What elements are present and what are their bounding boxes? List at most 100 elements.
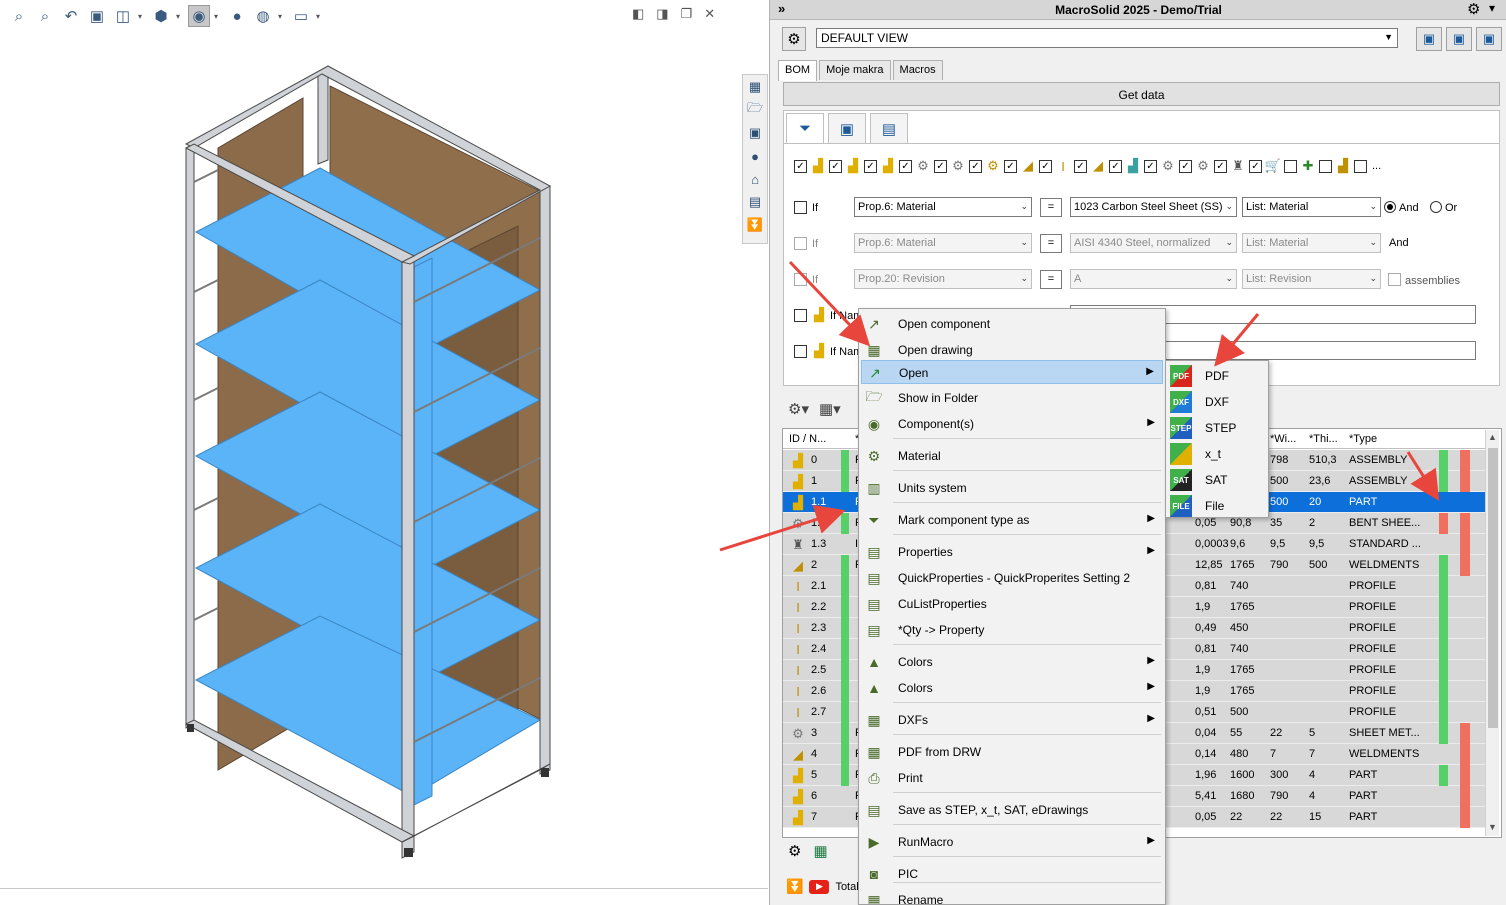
delete-view-button[interactable]: ▣ xyxy=(1476,27,1502,51)
type-checkbox[interactable]: ✓ xyxy=(829,159,842,173)
tab-moje-makra[interactable]: Moje makra xyxy=(819,60,891,80)
save-view-button[interactable]: ▣ xyxy=(1416,27,1442,51)
menu-item-rename[interactable]: ▦ Rename xyxy=(861,888,1163,905)
type-checkbox[interactable]: ✓ xyxy=(864,159,877,173)
menu-item-units-system[interactable]: ▥ Units system xyxy=(861,476,1163,500)
cad-viewport[interactable]: ⌕ ⌕ ↶ ▣ ◫ ▾ ⬢ ▾ ◉ ▾ ● ◍ ▾ ▭ ▾ ◧ ◨ ❐ ✕ xyxy=(0,0,768,905)
type-checkbox[interactable]: ✓ xyxy=(899,159,912,173)
type-checkbox[interactable]: ✓ xyxy=(794,159,807,173)
custom-properties-icon[interactable]: ▤ xyxy=(745,192,765,212)
scroll-up-icon[interactable]: ▲ xyxy=(1488,432,1497,442)
submenu-item-file[interactable]: FILE File xyxy=(1168,493,1266,517)
submenu-item-x-t[interactable]: x_t xyxy=(1168,441,1266,465)
menu-item-qty-property[interactable]: ▤ *Qty -> Property xyxy=(861,618,1163,642)
and-radio[interactable]: And xyxy=(1384,201,1419,214)
value-select[interactable]: 1023 Carbon Steel Sheet (SS) ⌄ xyxy=(1070,197,1237,217)
view-palette-icon[interactable]: ▣ xyxy=(745,123,765,143)
type-checkbox[interactable]: ✓ xyxy=(1214,159,1227,173)
copy-view-button[interactable]: ▣ xyxy=(1446,27,1472,51)
scroll-down-icon[interactable]: ▼ xyxy=(1488,822,1497,832)
property-select[interactable]: Prop.6: Material ⌄ xyxy=(854,197,1032,217)
filter-row-checkbox[interactable] xyxy=(794,345,807,361)
submenu-item-pdf[interactable]: PDF PDF xyxy=(1168,363,1266,387)
view-select[interactable]: DEFAULT VIEW ▼ xyxy=(816,28,1398,48)
menu-item-mark-component-type-as[interactable]: ⏷ Mark component type as ▶ xyxy=(861,508,1163,532)
column-header-type[interactable]: *Type xyxy=(1349,433,1377,445)
type-checkbox[interactable] xyxy=(1354,159,1367,173)
list-select[interactable]: List: Revision ⌄ xyxy=(1242,269,1381,289)
menu-item-pdf-from-drw[interactable]: ▦ PDF from DRW xyxy=(861,740,1163,764)
type-checkbox[interactable]: ✓ xyxy=(1109,159,1122,173)
type-checkbox[interactable]: ✓ xyxy=(1179,159,1192,173)
menu-item-properties[interactable]: ▤ Properties ▶ xyxy=(861,540,1163,564)
property-select[interactable]: Prop.6: Material ⌄ xyxy=(854,233,1032,253)
view-settings-button[interactable]: ⚙ xyxy=(782,27,806,51)
menu-item-show-in-folder[interactable]: 🗁 Show in Folder xyxy=(861,386,1163,410)
operator-button[interactable]: = xyxy=(1040,234,1062,253)
shelf-rack-model[interactable] xyxy=(0,0,768,880)
type-checkbox[interactable]: ✓ xyxy=(934,159,947,173)
grid-settings-icon[interactable]: ⚙▾ xyxy=(788,400,809,418)
menu-item-culistproperties[interactable]: ▤ CuListProperties xyxy=(861,592,1163,616)
submenu-item-dxf[interactable]: DXF DXF xyxy=(1168,389,1266,413)
menu-item-colors[interactable]: ▲ Colors ▶ xyxy=(861,676,1163,700)
column-header-thickness[interactable]: *Thi... xyxy=(1309,433,1338,445)
tab-macros[interactable]: Macros xyxy=(892,60,943,80)
assemblies-checkbox[interactable]: assemblies xyxy=(1388,273,1460,287)
menu-item-dxfs[interactable]: ▦ DXFs ▶ xyxy=(861,708,1163,732)
settings-icon[interactable]: ⚙ xyxy=(788,842,801,860)
home-icon[interactable]: ⌂ xyxy=(745,169,765,189)
type-checkbox[interactable] xyxy=(1319,159,1332,173)
column-header-id[interactable]: ID / N... xyxy=(789,433,826,445)
filter-row-checkbox[interactable] xyxy=(794,201,807,217)
menu-item-runmacro[interactable]: ▶ RunMacro ▶ xyxy=(861,830,1163,854)
list-select[interactable]: List: Material ⌄ xyxy=(1242,197,1381,217)
type-checkbox[interactable]: ✓ xyxy=(969,159,982,173)
file-explorer-icon[interactable]: 🗁 xyxy=(745,100,765,120)
settings-gear-icon[interactable]: ⚙ xyxy=(1467,0,1480,18)
macrosolid-icon[interactable]: ⏬ xyxy=(745,215,765,235)
filter-row-checkbox[interactable] xyxy=(794,309,807,325)
menu-item-component-s[interactable]: ◉ Component(s) ▶ xyxy=(861,412,1163,436)
menu-item-open[interactable]: ↗ Open ▶ xyxy=(861,360,1163,384)
type-checkbox[interactable]: ✓ xyxy=(1004,159,1017,173)
menu-item-print[interactable]: ⎙ Print xyxy=(861,766,1163,790)
operator-button[interactable]: = xyxy=(1040,270,1062,289)
type-checkbox[interactable]: ✓ xyxy=(1144,159,1157,173)
get-data-button[interactable]: Get data xyxy=(783,82,1500,106)
type-checkbox[interactable]: ✓ xyxy=(1249,159,1262,173)
table-scrollbar[interactable]: ▲ ▼ xyxy=(1485,430,1499,836)
filter-row-checkbox[interactable] xyxy=(794,273,807,289)
panel-menu-icon[interactable]: ▾ xyxy=(1489,1,1495,15)
menu-item-save-as-step-x-t-sat-edrawings[interactable]: ▤ Save as STEP, x_t, SAT, eDrawings xyxy=(861,798,1163,822)
tab-bom[interactable]: BOM xyxy=(778,60,818,81)
tab-components[interactable]: ▣ xyxy=(828,113,866,143)
type-checkbox[interactable] xyxy=(1284,159,1297,173)
tab-properties[interactable]: ▤ xyxy=(870,113,908,143)
scroll-thumb[interactable] xyxy=(1488,448,1498,728)
menu-item-open-drawing[interactable]: ▦ Open drawing xyxy=(861,338,1163,362)
menu-item-colors[interactable]: ▲ Colors ▶ xyxy=(861,650,1163,674)
value-select[interactable]: AISI 4340 Steel, normalized ⌄ xyxy=(1070,233,1237,253)
menu-item-material[interactable]: ⚙ Material xyxy=(861,444,1163,468)
menu-item-quickproperties-quickproperites-setting-2[interactable]: ▤ QuickProperties - QuickProperites Setti… xyxy=(861,566,1163,590)
youtube-icon[interactable]: ▶ xyxy=(809,879,830,894)
appearances-icon[interactable]: ● xyxy=(745,146,765,166)
menu-item-pic[interactable]: ◙ PIC xyxy=(861,862,1163,886)
type-checkbox[interactable]: ✓ xyxy=(1039,159,1052,173)
property-select[interactable]: Prop.20: Revision ⌄ xyxy=(854,269,1032,289)
excel-export-icon[interactable]: ▦ xyxy=(813,842,827,860)
or-radio[interactable]: Or xyxy=(1430,201,1457,214)
submenu-item-sat[interactable]: SAT SAT xyxy=(1168,467,1266,491)
submenu-item-step[interactable]: STEP STEP xyxy=(1168,415,1266,439)
list-select[interactable]: List: Material ⌄ xyxy=(1242,233,1381,253)
tab-filter[interactable]: ⏷ xyxy=(786,113,824,143)
operator-button[interactable]: = xyxy=(1040,198,1062,217)
filter-row-checkbox[interactable] xyxy=(794,237,807,253)
menu-item-open-component[interactable]: ↗ Open component xyxy=(861,312,1163,336)
value-select[interactable]: A ⌄ xyxy=(1070,269,1237,289)
column-header-width[interactable]: *Wi... xyxy=(1270,433,1296,445)
resources-icon[interactable]: ▦ xyxy=(745,77,765,97)
columns-icon[interactable]: ▦▾ xyxy=(819,400,841,418)
type-checkbox[interactable]: ✓ xyxy=(1074,159,1087,173)
